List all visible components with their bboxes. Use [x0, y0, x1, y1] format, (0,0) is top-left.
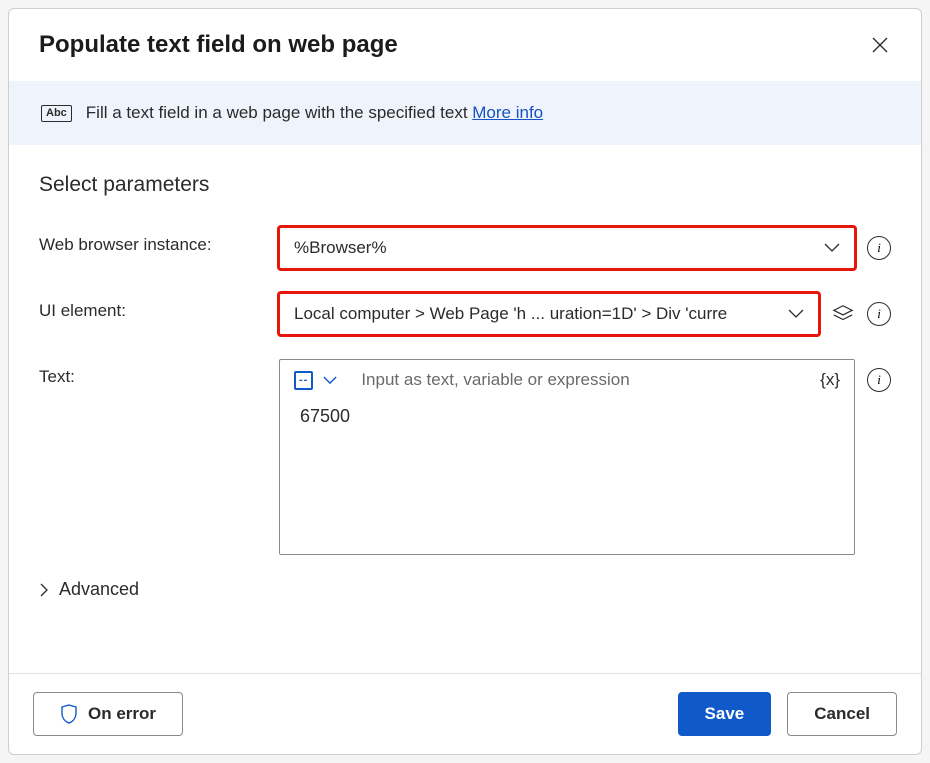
dialog: Populate text field on web page Abc Fill…	[8, 8, 922, 755]
save-button[interactable]: Save	[678, 692, 772, 736]
param-row-text: Text: -- Input as text, variable or expr…	[39, 359, 891, 555]
info-icon: i	[877, 372, 881, 388]
on-error-button[interactable]: On error	[33, 692, 183, 736]
textfield-icon: Abc	[41, 105, 72, 122]
param-row-browser: Web browser instance: %Browser% i	[39, 227, 891, 269]
param-row-ui-element: UI element: Local computer > Web Page 'h…	[39, 293, 891, 335]
text-editor-toolbar: -- Input as text, variable or expression…	[280, 360, 854, 400]
dialog-footer: On error Save Cancel	[9, 673, 921, 754]
browser-value: %Browser%	[294, 238, 387, 258]
on-error-label: On error	[88, 704, 156, 724]
cancel-button[interactable]: Cancel	[787, 692, 897, 736]
browser-info-button[interactable]: i	[867, 236, 891, 260]
text-label: Text:	[39, 359, 279, 387]
chevron-down-icon	[788, 309, 804, 319]
close-button[interactable]	[869, 34, 891, 56]
dialog-header: Populate text field on web page	[9, 9, 921, 81]
shield-icon	[60, 704, 78, 724]
ui-element-select[interactable]: Local computer > Web Page 'h ... uration…	[279, 293, 819, 335]
chevron-down-icon	[824, 243, 840, 253]
section-title: Select parameters	[39, 173, 891, 197]
dialog-body: Select parameters Web browser instance: …	[9, 145, 921, 673]
text-editor[interactable]: -- Input as text, variable or expression…	[279, 359, 855, 555]
info-icon: i	[877, 306, 881, 322]
text-value[interactable]: 67500	[280, 400, 854, 554]
advanced-label: Advanced	[59, 579, 139, 600]
browser-label: Web browser instance:	[39, 227, 279, 255]
layers-icon	[832, 303, 854, 325]
ui-element-value: Local computer > Web Page 'h ... uration…	[294, 304, 727, 324]
ui-element-info-button[interactable]: i	[867, 302, 891, 326]
browser-select[interactable]: %Browser%	[279, 227, 855, 269]
info-icon: i	[877, 240, 881, 256]
insert-variable-button[interactable]: {x}	[820, 370, 840, 390]
text-placeholder: Input as text, variable or expression	[361, 370, 810, 390]
close-icon	[872, 37, 888, 53]
more-info-link[interactable]: More info	[472, 103, 543, 122]
info-banner: Abc Fill a text field in a web page with…	[9, 81, 921, 145]
text-info-button[interactable]: i	[867, 368, 891, 392]
ui-element-label: UI element:	[39, 293, 279, 321]
banner-text: Fill a text field in a web page with the…	[86, 103, 543, 123]
dialog-title: Populate text field on web page	[39, 31, 398, 59]
advanced-toggle[interactable]: Advanced	[39, 579, 891, 600]
chevron-right-icon	[39, 582, 49, 598]
ui-element-picker-button[interactable]	[831, 302, 855, 326]
text-mode-icon[interactable]: --	[294, 371, 313, 390]
text-mode-dropdown[interactable]	[323, 376, 337, 385]
footer-actions: Save Cancel	[678, 692, 897, 736]
